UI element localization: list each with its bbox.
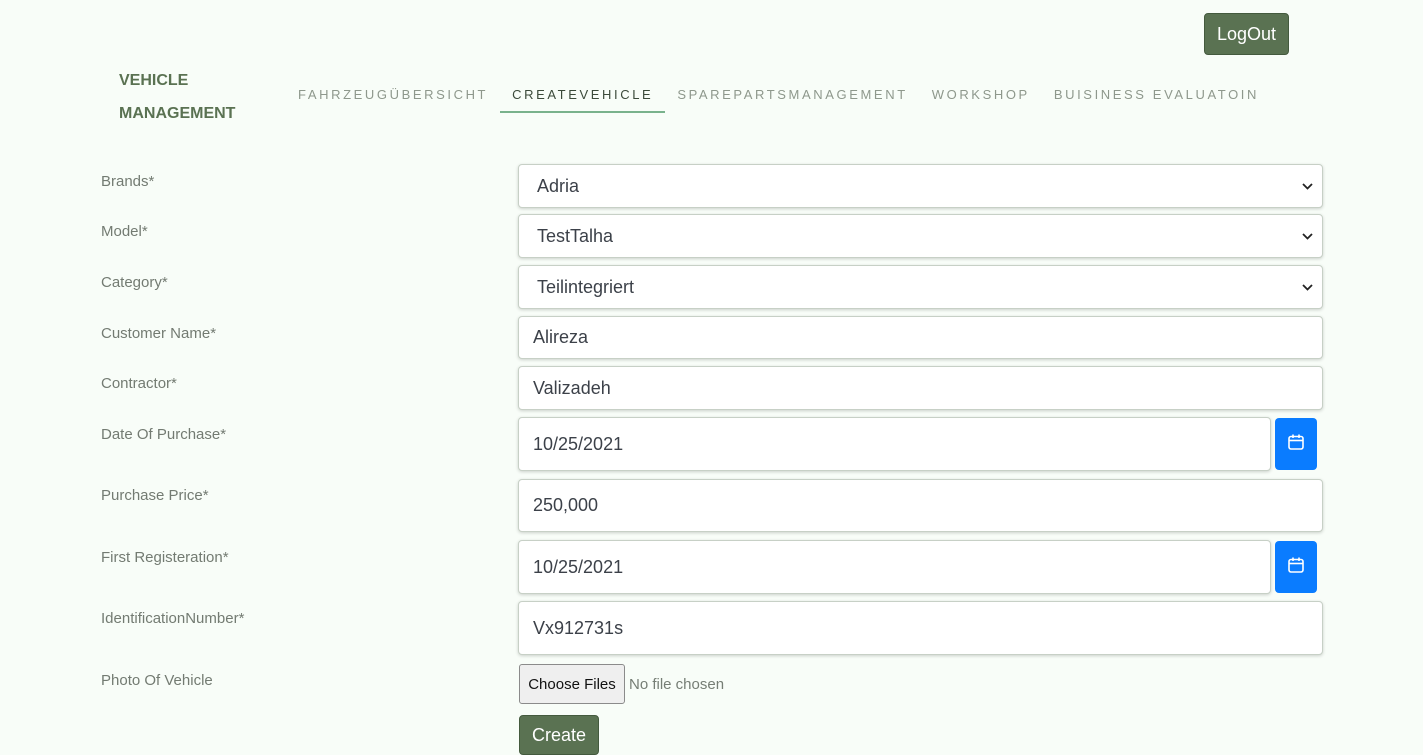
purchase-price-input[interactable]: 250,000 xyxy=(518,479,1323,532)
brands-value: Adria xyxy=(537,175,580,196)
contractor-label: Contractor* xyxy=(101,375,177,392)
brand-line-2: MANAGEMENT xyxy=(119,105,236,122)
date-of-purchase-input[interactable]: 10/25/2021 xyxy=(518,417,1271,471)
chevron-down-icon xyxy=(1292,283,1322,291)
contractor-input[interactable]: Valizadeh xyxy=(518,366,1323,410)
calendar-icon xyxy=(1287,433,1305,456)
category-value: Teilintegriert xyxy=(537,276,635,297)
first-registration-input[interactable]: 10/25/2021 xyxy=(518,540,1271,594)
photo-label: Photo Of Vehicle xyxy=(101,672,213,689)
customer-name-input[interactable]: Alireza xyxy=(518,316,1323,359)
model-label: Model* xyxy=(101,223,148,240)
file-status-text: No file chosen xyxy=(629,676,725,693)
nav-createvehicle[interactable]: CREATEVEHICLE xyxy=(500,76,666,113)
calendar-icon xyxy=(1287,556,1305,579)
nav-sparepartsmanagement[interactable]: SPAREPARTSMANAGEMENT xyxy=(665,76,919,113)
first-registration-calendar-button[interactable] xyxy=(1275,541,1317,593)
brand-logo[interactable]: VEHICLE MANAGEMENT xyxy=(119,64,235,130)
identification-number-label: IdentificationNumber* xyxy=(101,610,245,627)
brands-select[interactable]: Adria xyxy=(518,164,1323,208)
category-label: Category* xyxy=(101,274,168,291)
model-value: TestTalha xyxy=(537,225,614,246)
chevron-down-icon xyxy=(1292,232,1322,240)
model-select[interactable]: TestTalha xyxy=(518,214,1323,258)
date-of-purchase-calendar-button[interactable] xyxy=(1275,418,1317,470)
customer-name-label: Customer Name* xyxy=(101,325,217,342)
brand-line-1: VEHICLE xyxy=(119,72,189,89)
create-button[interactable]: Create xyxy=(519,715,599,755)
category-select[interactable]: Teilintegriert xyxy=(518,265,1323,309)
nav-workshop[interactable]: WORKSHOP xyxy=(920,76,1042,113)
purchase-price-label: Purchase Price* xyxy=(101,487,209,504)
brands-label: Brands* xyxy=(101,173,155,190)
logout-button[interactable]: LogOut xyxy=(1204,13,1289,55)
date-of-purchase-label: Date Of Purchase* xyxy=(101,426,227,443)
nav-business-evaluation[interactable]: BUISINESS EVALUATOIN xyxy=(1042,76,1271,113)
chevron-down-icon xyxy=(1292,182,1322,190)
main-nav: FAHRZEUGÜBERSICHT CREATEVEHICLE SPAREPAR… xyxy=(286,76,1271,113)
identification-number-input[interactable]: Vx912731s xyxy=(518,601,1323,655)
first-registration-label: First Registeration* xyxy=(101,549,229,566)
nav-fahrzeuguebersicht[interactable]: FAHRZEUGÜBERSICHT xyxy=(286,76,500,113)
choose-files-button[interactable]: Choose Files xyxy=(519,664,625,704)
